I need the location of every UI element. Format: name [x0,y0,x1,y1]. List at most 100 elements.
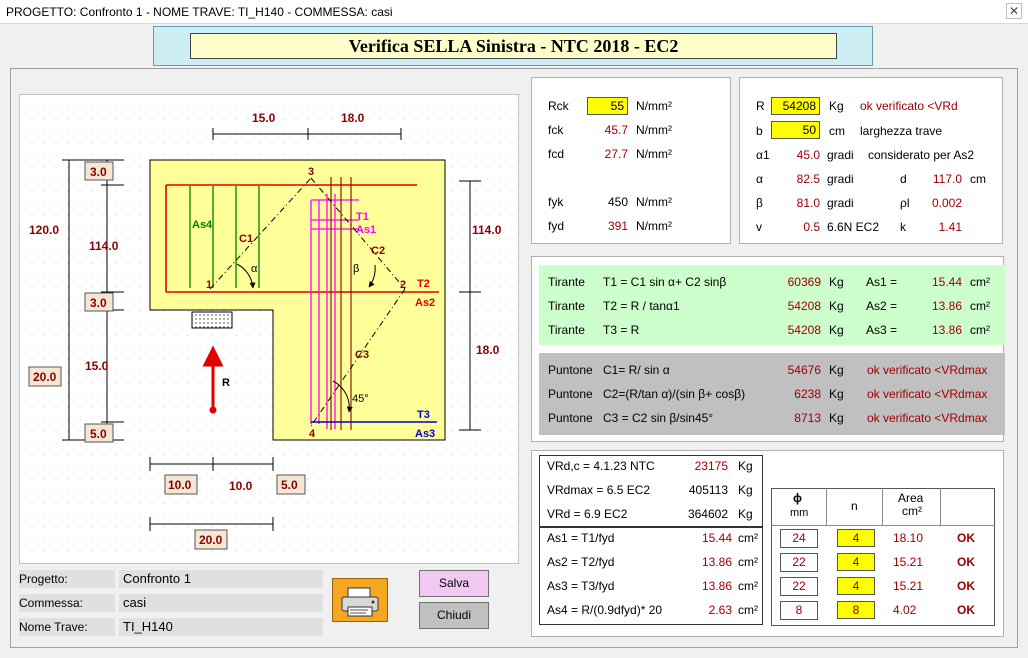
tirante-2-value: 54208 [787,299,821,313]
label-t1: T1 [356,211,369,223]
box-20-left: 20.0 [33,370,57,384]
dim-18-top: 18.0 [341,111,365,125]
alpha-label: α [756,172,763,186]
fck-value: 45.7 [604,123,628,137]
puntone-1-unit: Kg [829,363,844,377]
as1-req-unit: cm² [738,531,758,545]
fcd-label: fcd [548,147,565,161]
bar-row-3-area: 15.21 [893,579,924,593]
tirante-2-name: Tirante [548,299,585,313]
bar-row-3-mm[interactable]: 22 [780,577,818,596]
k-value: 1.41 [938,220,962,234]
bar-row-2-mm[interactable]: 22 [780,553,818,572]
page-title: Verifica SELLA Sinistra - NTC 2018 - EC2 [190,33,837,59]
box-20-bottom: 20.0 [199,533,223,547]
close-icon[interactable]: ✕ [1006,3,1022,19]
bars-col-divider-2 [882,488,883,526]
alpha1-label: α1 [756,148,770,162]
r-input[interactable]: 54208 [771,97,820,115]
v-value: 0.5 [803,220,820,234]
puntone-3-unit: Kg [829,411,844,425]
commessa-value: casi [119,594,323,612]
b-input[interactable]: 50 [771,121,820,139]
label-beta: β [353,263,359,275]
as2-req-unit: cm² [738,555,758,569]
node-2: 2 [400,279,406,291]
rck-input[interactable]: 55 [587,97,628,115]
bar-row-2-n[interactable]: 4 [837,553,875,571]
v-note: 6.6N EC2 [827,220,880,234]
box-3-mid: 3.0 [90,296,107,310]
rho-value: 0.002 [931,196,962,210]
as4-req-label: As4 = R/(0.9dfyd)* 20 [547,603,663,617]
puntone-2-name: Puntone [548,387,593,401]
bars-col-divider-1 [826,488,827,526]
bar-row-3-ok: OK [957,579,975,593]
dim-114-left: 114.0 [89,239,119,253]
b-note: larghezza trave [860,124,943,138]
box-5: 5.0 [90,427,107,441]
tirante-2-unit: Kg [829,299,844,313]
label-c1: C1 [239,233,253,245]
dim-15-top: 15.0 [252,111,276,125]
puntone-1-status: ok verificato <VRdmax [867,363,988,377]
bar-row-4-area: 4.02 [893,603,917,617]
box-5-bottom: 5.0 [281,478,298,492]
d-unit: cm [970,172,986,186]
tirante-3-as-unit: cm² [970,323,990,337]
fcd-value: 27.7 [604,147,628,161]
vrdmax-label: VRdmax = 6.5 EC2 [547,483,651,497]
node-4: 4 [309,428,316,440]
vrdmax-unit: Kg [738,483,753,497]
title-bar: PROGETTO: Confronto 1 - NOME TRAVE: TI_H… [0,0,1028,24]
vrd-label: VRd = 6.9 EC2 [547,507,628,521]
r-arrow-base [209,406,217,414]
label-alpha: α [251,263,258,275]
bars-head-mm: mm [790,507,809,519]
bars-col-divider-3 [940,488,941,526]
bars-head-phi: ϕ [793,491,802,505]
rck-label: Rck [548,99,569,113]
vrdc-unit: Kg [738,459,753,473]
tirante-1-as-value: 15.44 [931,275,962,289]
as2-req-value: 13.86 [701,555,732,569]
label-as1: As1 [356,224,376,236]
progetto-label: Progetto: [19,570,115,588]
chiudi-button[interactable]: Chiudi [419,602,489,629]
beta-label: β [756,196,763,210]
puntone-2-unit: Kg [829,387,844,401]
progetto-value: Confronto 1 [119,570,323,588]
bar-row-1-n[interactable]: 4 [837,529,875,547]
dim-15-left: 15.0 [85,359,109,373]
bar-row-4-n[interactable]: 8 [837,601,875,619]
label-as2: As2 [415,297,435,309]
alpha-value: 82.5 [796,172,820,186]
vrd-value: 364602 [687,507,728,521]
fyd-label: fyd [548,219,565,233]
bar-row-1-mm[interactable]: 24 [780,529,818,548]
vrdmax-value: 405113 [688,483,728,497]
label-as4: As4 [192,219,213,231]
rho-label: ρl [900,196,910,210]
dim-18-right: 18.0 [476,343,500,357]
tirante-1-name: Tirante [548,275,585,289]
as2-req-label: As2 = T2/fyd [547,555,615,569]
print-button[interactable] [332,578,388,622]
puntone-2-value: 6238 [794,387,821,401]
box-3-top: 3.0 [90,165,107,179]
salva-button[interactable]: Salva [419,570,489,597]
bearing-pad [191,311,233,329]
fyd-unit: N/mm² [636,219,672,233]
puntone-2-status: ok verificato <VRdmax [867,387,988,401]
tirante-1-value: 60369 [787,275,821,289]
tirante-1-formula: T1 = C1 sin α+ C2 sinβ [603,275,727,289]
bars-head-divider [771,525,995,526]
sella-drawing: 15.0 18.0 120.0 114.0 114.0 15.0 18.0 10… [19,94,519,564]
vrd-unit: Kg [738,507,753,521]
window-title: PROGETTO: Confronto 1 - NOME TRAVE: TI_H… [6,5,393,19]
printer-icon [341,587,379,617]
vrdc-value: 23175 [694,459,728,473]
bar-row-3-n[interactable]: 4 [837,577,875,595]
bar-row-4-mm[interactable]: 8 [780,601,818,620]
rck-unit: N/mm² [636,99,672,113]
